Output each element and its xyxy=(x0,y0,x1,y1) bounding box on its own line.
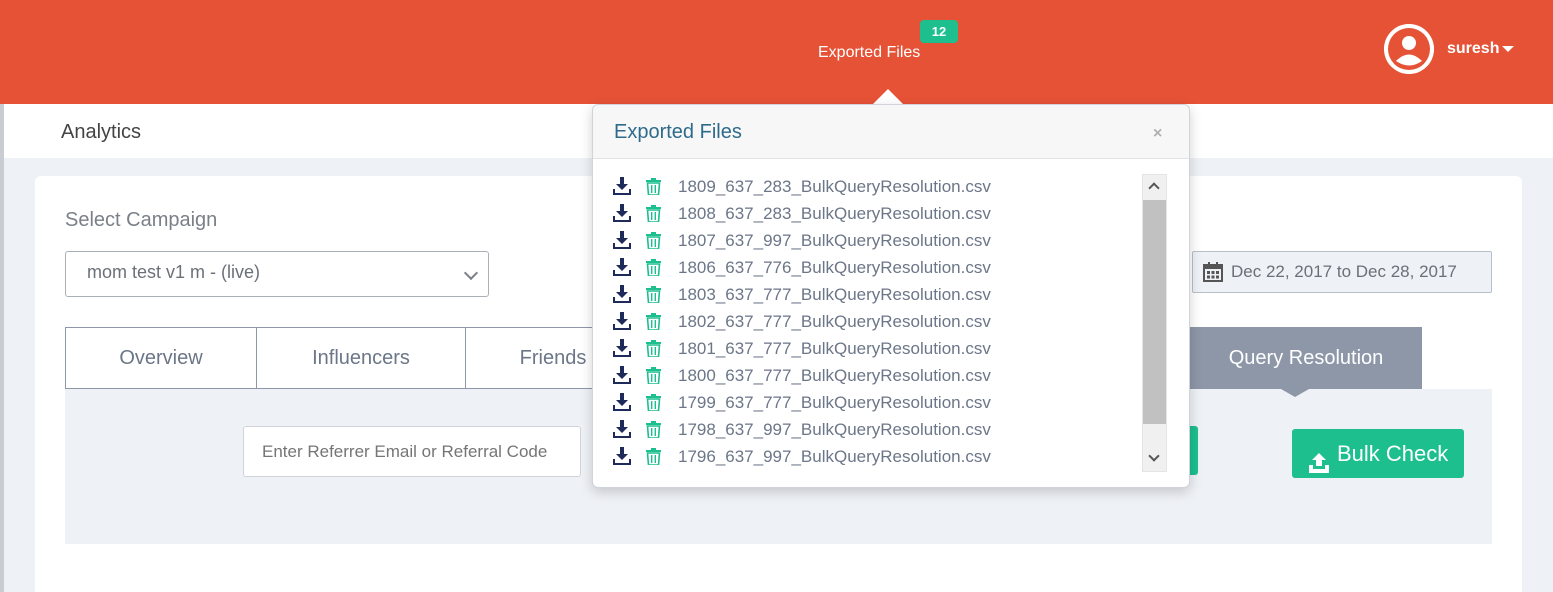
download-icon[interactable] xyxy=(613,447,631,470)
calendar-icon xyxy=(1203,262,1223,287)
file-row: 1807_637_997_BulkQueryResolution.csv xyxy=(613,228,1143,255)
popover-title: Exported Files xyxy=(614,121,742,143)
scroll-up-arrow-icon[interactable] xyxy=(1143,175,1166,199)
file-list-scrollbar[interactable] xyxy=(1142,174,1167,472)
file-row: 1803_637_777_BulkQueryResolution.csv xyxy=(613,282,1143,309)
upload-icon xyxy=(1308,442,1330,491)
trash-icon[interactable] xyxy=(646,340,661,362)
download-icon[interactable] xyxy=(613,312,631,335)
download-icon[interactable] xyxy=(613,393,631,416)
top-navbar: Exported Files 12 suresh xyxy=(0,0,1553,104)
scroll-thumb[interactable] xyxy=(1143,200,1166,424)
file-row: 1802_637_777_BulkQueryResolution.csv xyxy=(613,309,1143,336)
file-name-link[interactable]: 1807_637_997_BulkQueryResolution.csv xyxy=(678,231,991,251)
select-campaign-label: Select Campaign xyxy=(65,209,218,231)
trash-icon[interactable] xyxy=(646,286,661,308)
user-menu[interactable]: suresh xyxy=(1447,40,1515,58)
file-name-link[interactable]: 1806_637_776_BulkQueryResolution.csv xyxy=(678,258,991,278)
trash-icon[interactable] xyxy=(646,259,661,281)
trash-icon[interactable] xyxy=(646,232,661,254)
active-tab-pointer xyxy=(1281,389,1309,397)
trash-icon[interactable] xyxy=(646,313,661,335)
file-row: 1809_637_283_BulkQueryResolution.csv xyxy=(613,174,1143,201)
download-icon[interactable] xyxy=(613,177,631,200)
file-name-link[interactable]: 1809_637_283_BulkQueryResolution.csv xyxy=(678,177,991,197)
close-icon[interactable]: × xyxy=(1153,125,1162,143)
user-avatar-icon[interactable] xyxy=(1384,24,1434,74)
download-icon[interactable] xyxy=(613,366,631,389)
caret-down-icon xyxy=(1502,45,1515,52)
download-icon[interactable] xyxy=(613,285,631,308)
username-label: suresh xyxy=(1447,40,1500,57)
download-icon[interactable] xyxy=(613,420,631,443)
scroll-down-arrow-icon[interactable] xyxy=(1143,447,1166,471)
file-name-link[interactable]: 1798_637_997_BulkQueryResolution.csv xyxy=(678,420,991,440)
tab-query-resolution[interactable]: Query Resolution xyxy=(1190,327,1422,389)
file-name-link[interactable]: 1801_637_777_BulkQueryResolution.csv xyxy=(678,339,991,359)
file-row: 1801_637_777_BulkQueryResolution.csv xyxy=(613,336,1143,363)
tab-influencers[interactable]: Influencers xyxy=(256,327,466,389)
exported-file-list: 1809_637_283_BulkQueryResolution.csv 1808… xyxy=(613,174,1143,471)
trash-icon[interactable] xyxy=(646,448,661,470)
download-icon[interactable] xyxy=(613,204,631,227)
date-range-value: Dec 22, 2017 to Dec 28, 2017 xyxy=(1231,262,1457,281)
trash-icon[interactable] xyxy=(646,394,661,416)
page-title: Analytics xyxy=(61,121,142,143)
sidebar-edge xyxy=(0,104,4,592)
file-row: 1808_637_283_BulkQueryResolution.csv xyxy=(613,201,1143,228)
file-row: 1806_637_776_BulkQueryResolution.csv xyxy=(613,255,1143,282)
popover-arrow xyxy=(872,89,904,105)
campaign-select[interactable]: mom test v1 m - (live) xyxy=(65,251,489,297)
file-name-link[interactable]: 1802_637_777_BulkQueryResolution.csv xyxy=(678,312,991,332)
exported-count-badge: 12 xyxy=(920,20,958,43)
file-name-link[interactable]: 1803_637_777_BulkQueryResolution.csv xyxy=(678,285,991,305)
file-name-link[interactable]: 1799_637_777_BulkQueryResolution.csv xyxy=(678,393,991,413)
file-row: 1796_637_997_BulkQueryResolution.csv xyxy=(613,444,1143,471)
download-icon[interactable] xyxy=(613,231,631,254)
file-name-link[interactable]: 1796_637_997_BulkQueryResolution.csv xyxy=(678,447,991,467)
download-icon[interactable] xyxy=(613,258,631,281)
exported-files-link[interactable]: Exported Files xyxy=(818,44,920,62)
bulk-check-label: Bulk Check xyxy=(1337,441,1449,466)
campaign-select-value: mom test v1 m - (live) xyxy=(87,262,261,282)
file-name-link[interactable]: 1808_637_283_BulkQueryResolution.csv xyxy=(678,204,991,224)
file-row: 1799_637_777_BulkQueryResolution.csv xyxy=(613,390,1143,417)
date-range-picker[interactable]: Dec 22, 2017 to Dec 28, 2017 xyxy=(1192,251,1492,293)
download-icon[interactable] xyxy=(613,339,631,362)
file-name-link[interactable]: 1800_637_777_BulkQueryResolution.csv xyxy=(678,366,991,386)
tab-overview[interactable]: Overview xyxy=(65,327,257,389)
referrer-search-input[interactable] xyxy=(243,426,581,477)
exported-files-popover: Exported Files × 1809_637_283_BulkQueryR… xyxy=(592,104,1190,488)
trash-icon[interactable] xyxy=(646,205,661,227)
chevron-down-icon xyxy=(463,265,479,281)
file-row: 1800_637_777_BulkQueryResolution.csv xyxy=(613,363,1143,390)
trash-icon[interactable] xyxy=(646,421,661,443)
bulk-check-button[interactable]: Bulk Check xyxy=(1292,429,1464,478)
trash-icon[interactable] xyxy=(646,367,661,389)
popover-header: Exported Files × xyxy=(593,105,1189,159)
trash-icon[interactable] xyxy=(646,178,661,200)
file-row: 1798_637_997_BulkQueryResolution.csv xyxy=(613,417,1143,444)
